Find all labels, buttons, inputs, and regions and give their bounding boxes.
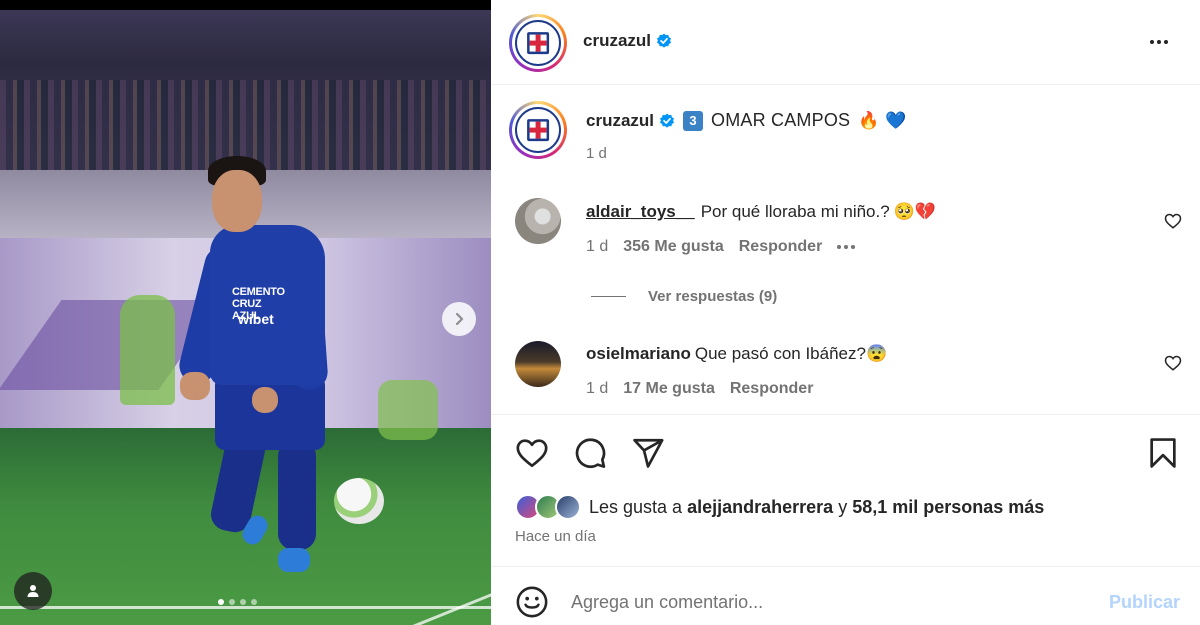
chevron-right-icon: [455, 312, 464, 326]
likes-first-user[interactable]: alejjandraherrera: [687, 497, 833, 517]
more-icon: [837, 245, 842, 249]
verified-icon: [657, 33, 672, 48]
comment-emoji: 😨: [865, 344, 888, 363]
comment-like-icon[interactable]: [1164, 354, 1182, 372]
comment-text: Que pasó con Ibáñez?: [694, 344, 866, 363]
blue-heart-emoji: 💙: [885, 110, 907, 130]
post-caption: cruzazul 3 OMAR CAMPOS 🔥 💙: [586, 110, 907, 131]
comment-2: osielmariano Que pasó con Ibáñez? 😨: [586, 344, 887, 364]
view-replies-button[interactable]: Ver respuestas (9): [591, 288, 777, 305]
comment-username[interactable]: osielmariano: [586, 344, 691, 364]
comment-likes[interactable]: 356 Me gusta: [623, 238, 723, 256]
comment-1: aldair_toys__ Por qué lloraba mi niño.? …: [586, 202, 936, 222]
comment-like-icon[interactable]: [1164, 212, 1182, 230]
divider: [491, 414, 1200, 415]
soccer-ball: [334, 478, 384, 524]
reply-button[interactable]: Responder: [739, 238, 823, 256]
comment-avatar[interactable]: [515, 198, 561, 244]
caption-time[interactable]: 1 d: [586, 145, 607, 162]
media-top-bar: [0, 0, 491, 10]
comment-time[interactable]: 1 d: [586, 380, 608, 398]
comment-likes[interactable]: 17 Me gusta: [623, 380, 715, 398]
post-time: Hace un día: [515, 528, 596, 545]
caption-text: OMAR CAMPOS: [711, 110, 851, 130]
carousel-indicator: [218, 599, 257, 605]
action-bar: [515, 436, 665, 470]
verified-icon: [660, 113, 675, 128]
comment-2-meta: 1 d 17 Me gusta Responder: [586, 380, 813, 398]
save-icon[interactable]: [1146, 436, 1180, 470]
likes-connector: y: [838, 496, 848, 517]
likes-summary[interactable]: Les gusta a alejjandraherrera y 58,1 mil…: [515, 494, 1044, 520]
post-panel: cruzazul cruzazul 3 OMAR CAMPOS 🔥 💙 1 d …: [491, 0, 1200, 625]
more-options-button[interactable]: [1144, 30, 1174, 54]
publish-button[interactable]: Publicar: [1109, 592, 1180, 613]
comment-time[interactable]: 1 d: [586, 238, 608, 256]
post-media[interactable]: CEMENTO CRUZ AZUL wibet: [0, 0, 491, 625]
number-emoji: 3: [683, 110, 704, 131]
fire-emoji: 🔥: [858, 110, 880, 130]
club-logo: [515, 20, 561, 66]
avatar: [555, 494, 581, 520]
comment-emoji: 🥺💔: [893, 202, 937, 221]
carousel-next-button[interactable]: [442, 302, 476, 336]
comment-input[interactable]: [571, 585, 1051, 619]
carousel-dot: [229, 599, 235, 605]
tagged-users-button[interactable]: [14, 572, 52, 610]
reply-button[interactable]: Responder: [730, 380, 814, 398]
post-header: cruzazul: [491, 0, 1200, 85]
view-replies-label: Ver respuestas (9): [648, 288, 778, 305]
comment-1-meta: 1 d 356 Me gusta Responder: [586, 238, 856, 256]
emoji-icon[interactable]: [515, 585, 549, 619]
comment-composer: Publicar: [491, 566, 1200, 625]
comment-more-button[interactable]: [837, 245, 856, 249]
caption-username[interactable]: cruzazul: [586, 111, 654, 131]
likes-text: Les gusta a alejjandraherrera y 58,1 mil…: [589, 497, 1044, 518]
likes-prefix: Les gusta a: [589, 496, 683, 517]
carousel-dot: [251, 599, 257, 605]
user-tag-icon: [27, 585, 39, 597]
more-icon: [1150, 40, 1154, 44]
share-icon[interactable]: [631, 436, 665, 470]
comment-text: Por qué lloraba mi niño.?: [700, 202, 890, 221]
carousel-dot: [218, 599, 224, 605]
jersey-sponsor-2: wibet: [238, 311, 274, 327]
club-logo: [515, 107, 561, 153]
likes-others[interactable]: 58,1 mil personas más: [852, 497, 1044, 517]
liker-avatars: [515, 494, 581, 520]
author-avatar[interactable]: [509, 14, 567, 72]
author-username[interactable]: cruzazul: [583, 31, 651, 51]
carousel-dot: [240, 599, 246, 605]
caption-author-avatar[interactable]: [509, 101, 567, 159]
comment-icon[interactable]: [573, 436, 607, 470]
heart-icon[interactable]: [515, 436, 549, 470]
comment-avatar[interactable]: [515, 341, 561, 387]
comment-username[interactable]: aldair_toys__: [586, 202, 695, 222]
